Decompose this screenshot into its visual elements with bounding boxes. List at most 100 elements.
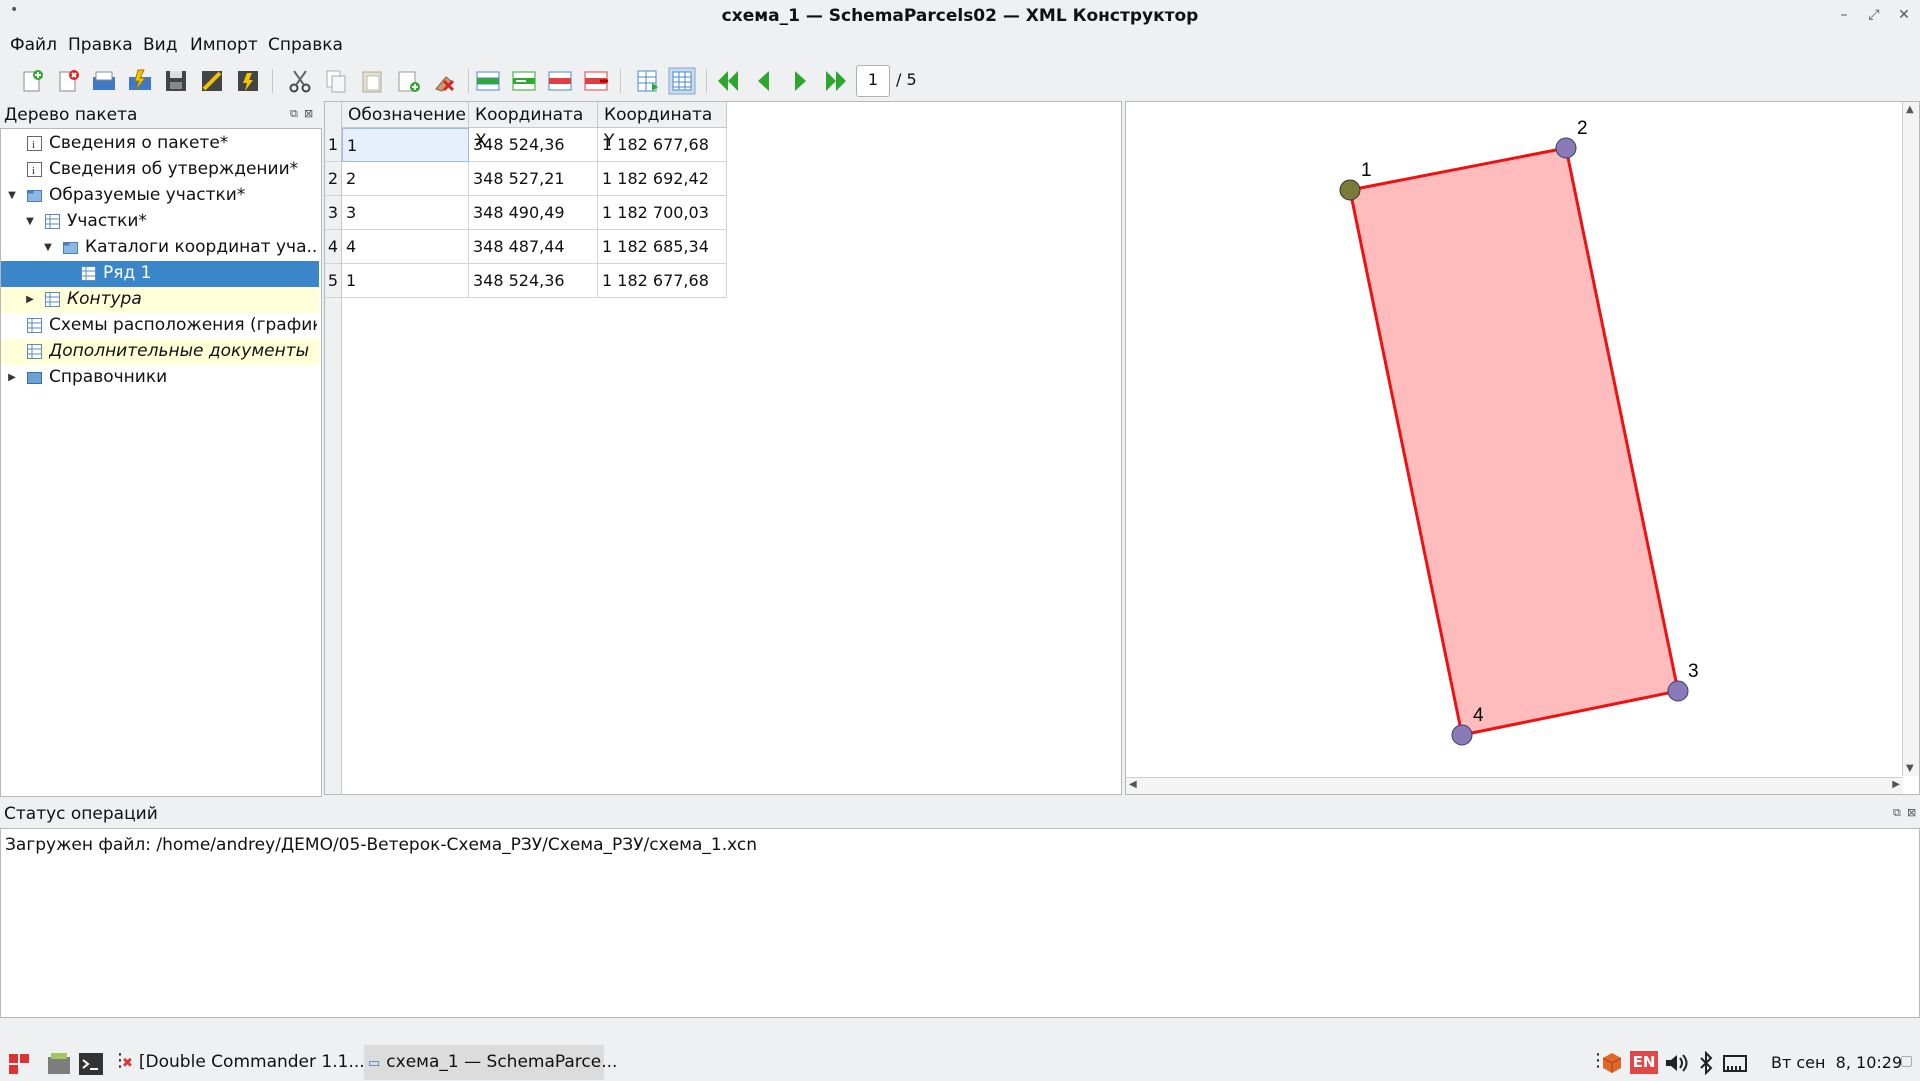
tree-item[interactable]: Дополнительные документы (1, 339, 319, 365)
column-header-coord-x[interactable]: Координата X (469, 102, 598, 151)
vertex-point-3[interactable] (1667, 680, 1689, 702)
close-panel-icon[interactable]: ⊠ (304, 107, 313, 120)
table-cell[interactable]: 348 524,36 (469, 264, 598, 298)
tree-item[interactable]: i Сведения об утверждении* (1, 157, 319, 183)
collapse-arrow-icon[interactable]: ▼ (41, 235, 55, 261)
row-header[interactable]: 1 (325, 128, 341, 162)
tree-item[interactable]: ▶ Контура (1, 287, 319, 313)
open-file-icon[interactable] (90, 67, 118, 95)
table-cell[interactable]: 1 182 677,68 (598, 128, 727, 162)
collapse-arrow-icon[interactable]: ▼ (5, 183, 19, 209)
close-panel-icon[interactable]: ⊠ (1907, 806, 1916, 819)
table-cell[interactable]: 1 182 700,03 (598, 196, 727, 230)
menu-view[interactable]: Вид (143, 35, 177, 55)
file-manager-icon[interactable] (46, 1051, 72, 1077)
copy-icon[interactable] (322, 67, 350, 95)
scroll-left-icon[interactable]: ◀ (1129, 779, 1137, 790)
save-as-icon[interactable] (198, 67, 226, 95)
parcel-polygon[interactable] (1348, 146, 1680, 737)
table-corner[interactable] (325, 102, 342, 129)
float-panel-icon[interactable]: ⧉ (290, 107, 298, 121)
tree-item[interactable]: Ряд 1 (1, 261, 319, 287)
vertex-point-4[interactable] (1451, 724, 1473, 746)
parcel-drawing[interactable]: 1 2 3 4 (1126, 102, 1903, 776)
collapse-arrow-icon[interactable]: ▼ (23, 209, 37, 235)
save-all-icon[interactable] (234, 67, 262, 95)
scroll-right-icon[interactable]: ▶ (1892, 779, 1900, 790)
table-cell[interactable]: 4 (342, 230, 469, 264)
previous-page-icon[interactable] (750, 67, 778, 95)
insert-row-above-icon[interactable] (474, 67, 502, 95)
clear-icon[interactable] (430, 67, 458, 95)
vertex-point-2[interactable] (1555, 137, 1577, 159)
bluetooth-icon[interactable] (1698, 1051, 1714, 1075)
table-cell[interactable]: 1 182 692,42 (598, 162, 727, 196)
table-view-icon[interactable] (668, 67, 696, 95)
scroll-up-icon[interactable]: ▲ (1906, 104, 1914, 115)
tree-item[interactable]: ▼ Участки* (1, 209, 319, 235)
table-cell[interactable]: 348 487,44 (469, 230, 598, 264)
float-panel-icon[interactable]: ⧉ (1893, 806, 1901, 820)
table-cell[interactable]: 2 (342, 162, 469, 196)
vertical-scrollbar[interactable]: ▲ ▼ (1902, 102, 1919, 776)
row-header[interactable]: 2 (325, 162, 341, 196)
horizontal-scrollbar[interactable]: ◀ ▶ (1126, 777, 1903, 794)
next-page-icon[interactable] (786, 67, 814, 95)
close-button[interactable]: ✕ (1892, 4, 1916, 26)
tree-item[interactable]: ▶ Справочники (1, 365, 319, 391)
tree-item[interactable]: i Сведения о пакете* (1, 131, 319, 157)
table-cell[interactable]: 348 527,21 (469, 162, 598, 196)
expand-arrow-icon[interactable]: ▶ (23, 287, 37, 313)
task-xml-constructor[interactable]: ▭ схема_1 — SchemaParce... (364, 1045, 617, 1080)
menu-edit[interactable]: Правка (68, 35, 133, 55)
row-header[interactable]: 4 (325, 230, 341, 264)
first-page-icon[interactable] (714, 67, 742, 95)
table-cell[interactable]: 348 490,49 (469, 196, 598, 230)
tree-item[interactable]: Схемы расположения (график... (1, 313, 319, 339)
vertex-label-2: 2 (1577, 118, 1588, 139)
delete-row-icon[interactable] (546, 67, 574, 95)
new-file-icon[interactable] (18, 67, 46, 95)
paste-icon[interactable] (358, 67, 386, 95)
open-recent-icon[interactable] (126, 67, 154, 95)
row-header[interactable]: 3 (325, 196, 341, 230)
delete-all-rows-icon[interactable] (582, 67, 610, 95)
cut-icon[interactable] (286, 67, 314, 95)
page-number-input[interactable]: 1 (856, 65, 890, 97)
menu-help[interactable]: Справка (268, 35, 343, 55)
clock[interactable]: Вт сен 8, 10:29 (1771, 1053, 1902, 1072)
tree-item[interactable]: ▼ Каталоги координат уча... (1, 235, 319, 261)
vertex-label-3: 3 (1688, 661, 1699, 682)
menu-import[interactable]: Импорт (190, 35, 258, 55)
close-file-icon[interactable] (54, 67, 82, 95)
import-table-icon[interactable] (634, 67, 662, 95)
task-double-commander[interactable]: ✖ [Double Commander 1.1.... (122, 1045, 370, 1080)
terminal-icon[interactable] (78, 1051, 104, 1077)
column-header-coord-y[interactable]: Координата Y (598, 102, 727, 151)
package-updater-icon[interactable] (1601, 1052, 1623, 1074)
table-cell[interactable]: 348 524,36 (469, 128, 598, 162)
scroll-down-icon[interactable]: ▼ (1906, 763, 1914, 774)
menu-file[interactable]: Файл (10, 35, 57, 55)
minimize-button[interactable]: – (1832, 4, 1856, 26)
show-desktop-icon[interactable]: ▢ (1900, 1053, 1913, 1069)
app-launcher-icon[interactable] (8, 1053, 30, 1075)
vertex-point-1[interactable] (1339, 179, 1361, 201)
tree-item[interactable]: ▼ Образуемые участки* (1, 183, 319, 209)
table-cell[interactable]: 1 (342, 264, 469, 298)
paste-new-icon[interactable] (394, 67, 422, 95)
network-icon[interactable] (1722, 1052, 1748, 1074)
save-icon[interactable] (162, 67, 190, 95)
table-cell[interactable]: 1 (342, 128, 469, 162)
volume-icon[interactable] (1664, 1052, 1688, 1074)
row-header[interactable]: 5 (325, 264, 341, 298)
table-cell[interactable]: 1 182 685,34 (598, 230, 727, 264)
keyboard-layout-indicator[interactable]: EN (1630, 1051, 1658, 1074)
table-cell[interactable]: 3 (342, 196, 469, 230)
last-page-icon[interactable] (822, 67, 850, 95)
maximize-button[interactable]: ⤢ (1862, 4, 1886, 26)
table-cell[interactable]: 1 182 677,68 (598, 264, 727, 298)
insert-row-below-icon[interactable] (510, 67, 538, 95)
column-header-designation[interactable]: Обозначение (342, 102, 469, 128)
expand-arrow-icon[interactable]: ▶ (5, 365, 19, 391)
